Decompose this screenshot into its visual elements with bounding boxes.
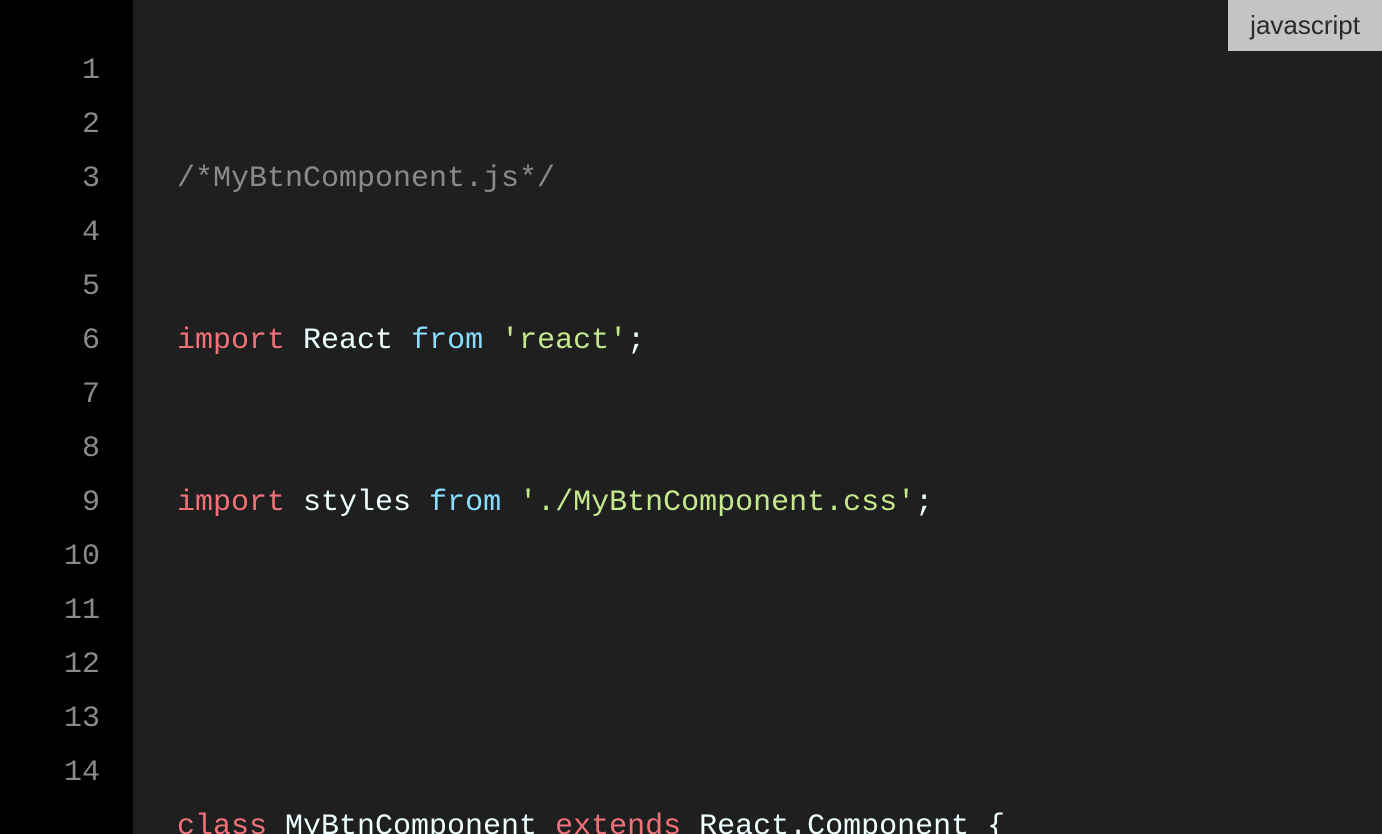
token-identifier: styles	[285, 486, 429, 520]
line-number: 10	[0, 530, 133, 584]
code-line: class MyBtnComponent extends React.Compo…	[177, 800, 1382, 834]
line-number-gutter: 1 2 3 4 5 6 7 8 9 10 11 12 13 14	[0, 0, 133, 834]
line-number: 13	[0, 692, 133, 746]
code-line: /*MyBtnComponent.js*/	[177, 152, 1382, 206]
line-number: 4	[0, 206, 133, 260]
token-identifier: MyBtnComponent	[267, 810, 555, 834]
token-string: 'react'	[501, 324, 627, 358]
line-number: 3	[0, 152, 133, 206]
token-space	[501, 486, 519, 520]
token-punct: ;	[915, 486, 933, 520]
line-number: 7	[0, 368, 133, 422]
line-number: 9	[0, 476, 133, 530]
code-line: import React from 'react';	[177, 314, 1382, 368]
token-from: from	[411, 324, 483, 358]
token-keyword: import	[177, 324, 285, 358]
code-editor: 1 2 3 4 5 6 7 8 9 10 11 12 13 14 /*MyBtn…	[0, 0, 1382, 834]
line-number: 2	[0, 98, 133, 152]
line-number: 12	[0, 638, 133, 692]
token-identifier: React	[285, 324, 411, 358]
token-punct: ;	[627, 324, 645, 358]
line-number: 6	[0, 314, 133, 368]
token-identifier: React.Component {	[681, 810, 1005, 834]
code-line: import styles from './MyBtnComponent.css…	[177, 476, 1382, 530]
token-keyword: extends	[555, 810, 681, 834]
token-space	[483, 324, 501, 358]
code-line-empty	[177, 638, 1382, 692]
token-comment: /*MyBtnComponent.js*/	[177, 162, 555, 196]
line-number: 11	[0, 584, 133, 638]
code-area[interactable]: /*MyBtnComponent.js*/ import React from …	[133, 0, 1382, 834]
token-from: from	[429, 486, 501, 520]
token-string: './MyBtnComponent.css'	[519, 486, 915, 520]
line-number: 1	[0, 44, 133, 98]
token-keyword: class	[177, 810, 267, 834]
language-badge: javascript	[1228, 0, 1382, 51]
line-number: 5	[0, 260, 133, 314]
code-block: javascript 1 2 3 4 5 6 7 8 9 10 11 12 13…	[0, 0, 1382, 834]
line-number: 8	[0, 422, 133, 476]
line-number: 14	[0, 746, 133, 800]
token-keyword: import	[177, 486, 285, 520]
